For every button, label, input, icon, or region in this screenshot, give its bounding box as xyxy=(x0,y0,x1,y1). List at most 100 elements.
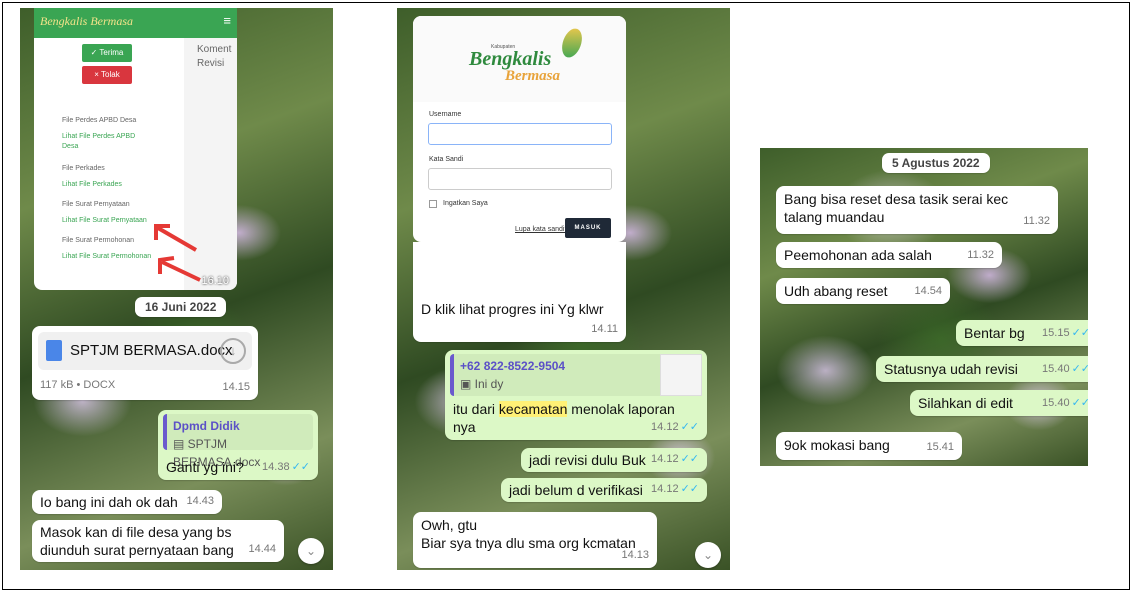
message-bubble[interactable]: Silahkan di edit 15.40 ✓✓ xyxy=(910,390,1088,416)
password-label: Kata Sandi xyxy=(429,156,464,163)
logo-sub: Bermasa xyxy=(505,68,561,84)
left-phone-screenshot: Bengkalis Bermasa ≡ ✓ Terima × Tolak Kom… xyxy=(20,8,333,570)
message-bubble[interactable]: Bentar bg 15.15 ✓✓ xyxy=(956,320,1088,346)
file-meta: 117 kB • DOCX xyxy=(40,379,116,391)
image-icon: ▣ xyxy=(460,377,475,391)
quoted-message[interactable]: Dpmd Didik ▤ SPTJM BERMASA.docx xyxy=(163,414,313,469)
message-time: 14.12 ✓✓ xyxy=(651,450,699,468)
logo-area: Kabupaten Bengkalis Bermasa xyxy=(413,16,626,102)
message-text: Udh abang reset xyxy=(784,283,888,299)
message-time: 14.15 xyxy=(222,381,250,393)
message-bubble[interactable]: Statusnya udah revisi 15.40 ✓✓ xyxy=(876,356,1088,382)
time-text: 15.15 xyxy=(1042,327,1070,339)
time-text: 14.12 xyxy=(651,421,679,433)
time-text: 15.40 xyxy=(1042,363,1070,375)
message-time: 14.12 ✓✓ xyxy=(651,480,699,498)
message-text: Ganti yg ini? xyxy=(166,459,244,475)
file-label: File Perdes APBD Desa xyxy=(62,117,137,124)
message-bubble[interactable]: Masok kan di file desa yang bs diunduh s… xyxy=(32,520,284,562)
message-text: Owh, gtu Biar sya tnya dlu sma org kcmat… xyxy=(421,517,636,551)
time-text: 14.12 xyxy=(651,453,679,465)
read-ticks-icon: ✓✓ xyxy=(1071,363,1088,375)
quote-caption: Ini dy xyxy=(474,377,504,391)
message-text: D klik lihat progres ini Yg klwr xyxy=(421,301,604,317)
message-bubble[interactable]: Io bang ini dah ok dah 14.43 xyxy=(32,490,222,514)
message-text: Io bang ini dah ok dah xyxy=(40,494,178,510)
file-link[interactable]: Lihat File Surat Pernyataan xyxy=(62,216,147,226)
reply-message[interactable]: +62 822-8522-9504 ▣ Ini dy itu dari keca… xyxy=(445,350,707,440)
file-link[interactable]: Lihat File Surat Permohonan xyxy=(62,252,151,262)
time-text: 14.38 xyxy=(262,461,290,473)
right-phone-screenshot: 5 Agustus 2022 Bang bisa reset desa tasi… xyxy=(760,148,1088,466)
time-text: 14.12 xyxy=(651,483,679,495)
message-time: 14.43 xyxy=(186,495,214,507)
file-link[interactable]: Lihat File Perkades xyxy=(62,180,122,190)
reply-message[interactable]: Dpmd Didik ▤ SPTJM BERMASA.docx Ganti yg… xyxy=(158,410,318,480)
read-ticks-icon: ✓✓ xyxy=(680,421,699,433)
tolak-button[interactable]: × Tolak xyxy=(82,66,132,84)
message-text: jadi revisi dulu Buk xyxy=(529,452,646,468)
read-ticks-icon: ✓✓ xyxy=(680,483,699,495)
message-bubble[interactable]: Peemohonan ada salah 11.32 xyxy=(776,242,1002,268)
read-ticks-icon: ✓✓ xyxy=(1071,397,1088,409)
message-bubble[interactable]: D klik lihat progres ini Yg klwr 14.11 xyxy=(413,242,626,342)
message-time: 15.15 ✓✓ xyxy=(1042,324,1088,342)
read-ticks-icon: ✓✓ xyxy=(291,461,310,473)
message-bubble[interactable]: Bang bisa reset desa tasik serai kec tal… xyxy=(776,186,1058,234)
file-label: File Perkades xyxy=(62,165,105,172)
message-bubble[interactable]: 9ok mokasi bang 15.41 xyxy=(776,432,962,460)
file-label: File Surat Permohonan xyxy=(62,237,134,244)
message-time: 11.32 xyxy=(967,249,994,261)
document-icon xyxy=(46,340,62,361)
message-text: Masok kan di file desa yang bs diunduh s… xyxy=(40,524,234,558)
date-chip: 16 Juni 2022 xyxy=(135,297,227,317)
message-time: 14.11 xyxy=(591,323,618,335)
red-arrow-icon xyxy=(154,224,201,282)
file-link[interactable]: Lihat File Perdes APBD Desa xyxy=(62,132,152,152)
message-bubble[interactable]: jadi revisi dulu Buk 14.12 ✓✓ xyxy=(521,448,707,472)
message-bubble[interactable]: jadi belum d verifikasi 14.12 ✓✓ xyxy=(501,478,707,502)
scroll-down-icon[interactable]: ⌄ xyxy=(298,538,324,564)
komentar-label: Koment xyxy=(197,44,232,55)
date-chip: 5 Agustus 2022 xyxy=(882,153,990,173)
masuk-button[interactable]: MASUK xyxy=(565,218,611,238)
message-time: 14.44 xyxy=(248,543,276,555)
app-header: Bengkalis Bermasa ≡ xyxy=(34,8,237,38)
quoted-message[interactable]: +62 822-8522-9504 ▣ Ini dy xyxy=(450,354,702,396)
message-time: 14.13 xyxy=(621,549,649,561)
password-input[interactable] xyxy=(428,168,612,190)
download-icon[interactable]: ↓ xyxy=(220,338,246,364)
message-text: Bang bisa reset desa tasik serai kec tal… xyxy=(784,191,1009,225)
message-time: 15.40 ✓✓ xyxy=(1042,360,1088,378)
file-card[interactable]: SPTJM BERMASA.docx ↓ xyxy=(38,332,252,370)
username-label: Username xyxy=(429,111,462,118)
message-time: 15.40 ✓✓ xyxy=(1042,394,1088,412)
message-text: jadi belum d verifikasi xyxy=(509,482,643,498)
terima-button[interactable]: ✓ Terima xyxy=(82,44,132,62)
message-bubble[interactable]: Udh abang reset 14.54 xyxy=(776,278,950,304)
message-text: Peemohonan ada salah xyxy=(784,247,932,263)
quote-thumbnail xyxy=(660,354,702,396)
message-text: Silahkan di edit xyxy=(918,395,1013,411)
text-part: itu dari xyxy=(453,401,499,417)
forgot-password-link[interactable]: Lupa kata sandi? xyxy=(515,226,568,233)
username-input[interactable] xyxy=(428,123,612,145)
leaf-logo-icon xyxy=(558,25,586,61)
message-bubble[interactable]: Owh, gtu Biar sya tnya dlu sma org kcmat… xyxy=(413,512,657,568)
hamburger-icon[interactable]: ≡ xyxy=(223,13,231,28)
highlighted-text: kecamatan xyxy=(498,401,568,417)
remember-checkbox[interactable] xyxy=(429,200,437,208)
image-message[interactable]: Bengkalis Bermasa ≡ ✓ Terima × Tolak Kom… xyxy=(34,8,237,290)
file-label: File Surat Pernyataan xyxy=(62,201,130,208)
read-ticks-icon: ✓✓ xyxy=(1071,327,1088,339)
message-text: Statusnya udah revisi xyxy=(884,361,1018,377)
login-screenshot[interactable]: Kabupaten Bengkalis Bermasa Username Kat… xyxy=(413,16,626,242)
scroll-down-icon[interactable]: ⌄ xyxy=(695,542,721,568)
file-message[interactable]: SPTJM BERMASA.docx ↓ 117 kB • DOCX 14.15 xyxy=(32,326,258,400)
message-text: Bentar bg xyxy=(964,325,1025,341)
message-text: 9ok mokasi bang xyxy=(784,437,890,453)
message-time: 15.41 xyxy=(926,441,954,453)
time-text: 15.40 xyxy=(1042,397,1070,409)
app-logo: Bengkalis Bermasa xyxy=(40,14,133,28)
file-icon: ▤ xyxy=(173,437,188,451)
